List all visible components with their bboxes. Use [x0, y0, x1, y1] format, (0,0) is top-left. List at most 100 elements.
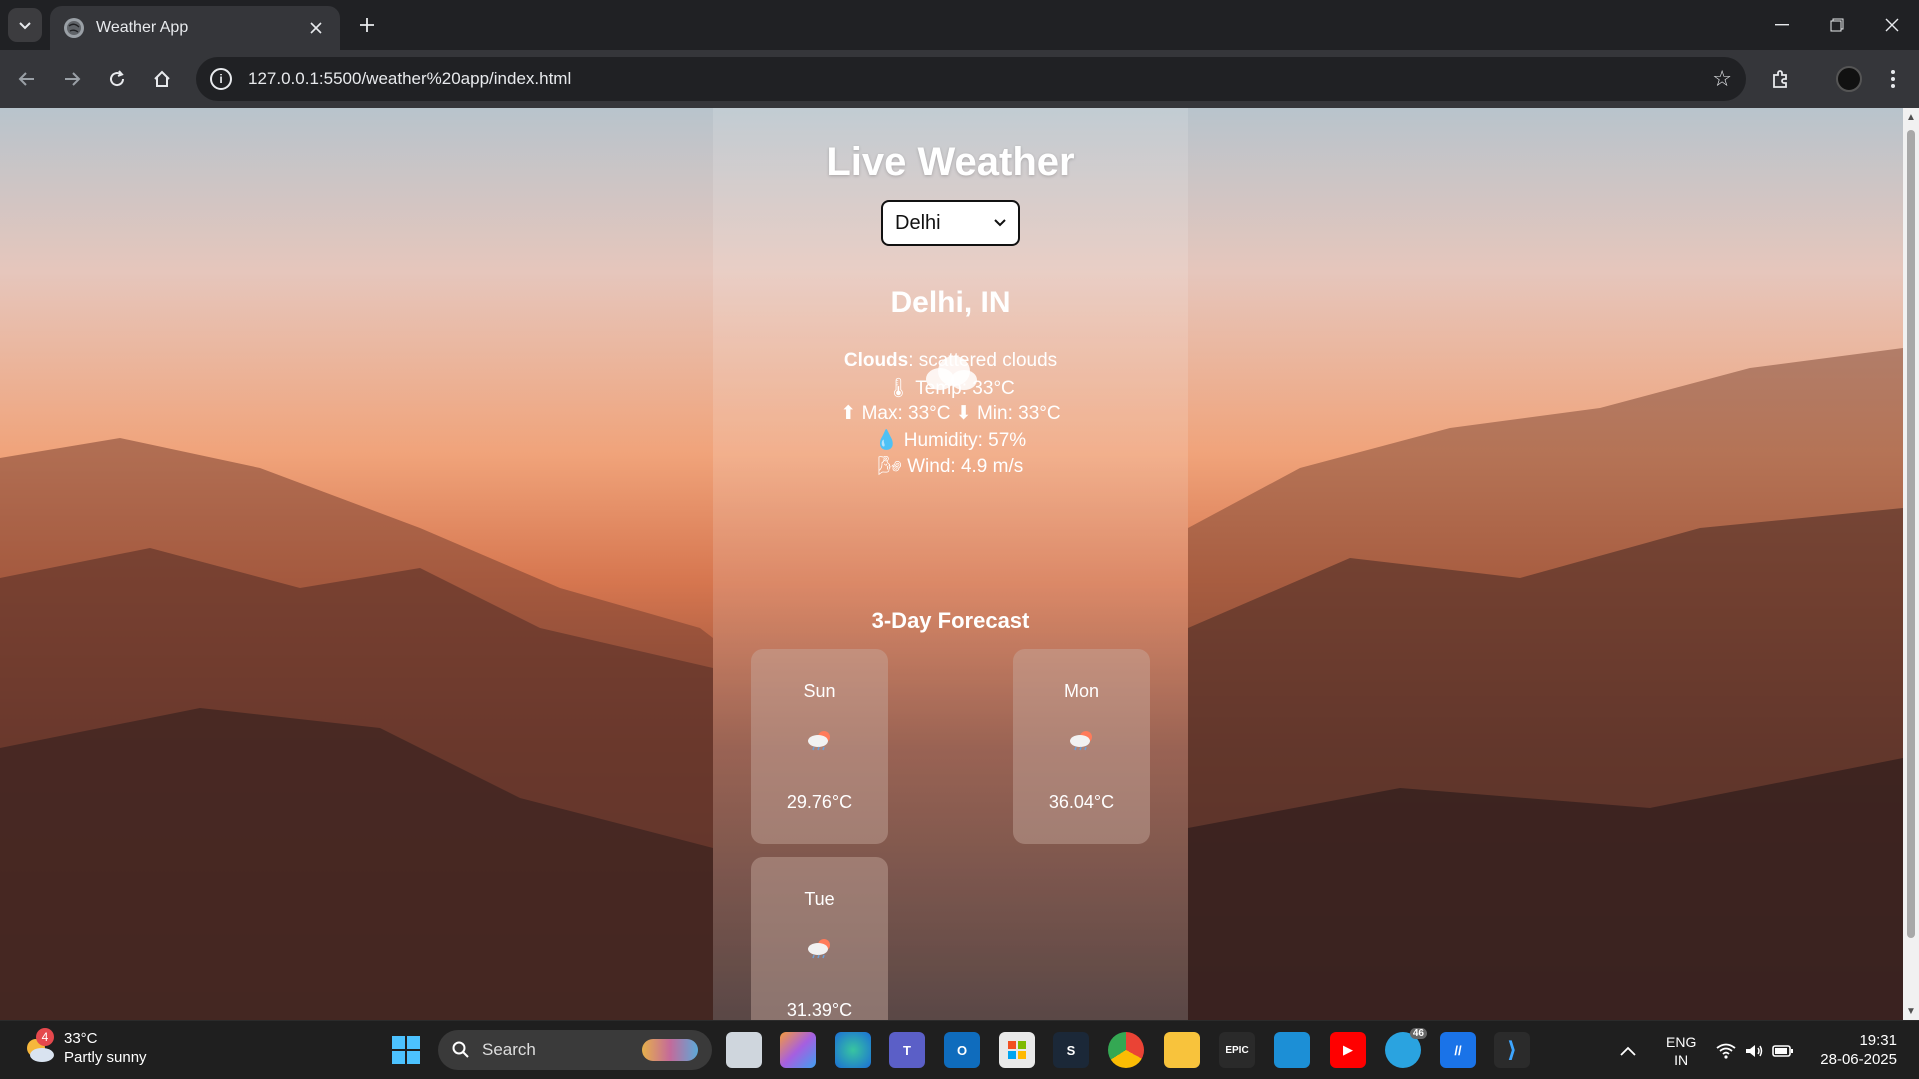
city-select[interactable]: Delhi	[881, 200, 1020, 246]
browser-toolbar: i 127.0.0.1:5500/weather%20app/index.htm…	[0, 50, 1919, 108]
vscode-icon[interactable]: ⟩	[1494, 1032, 1530, 1068]
search-icon	[452, 1041, 469, 1058]
condition-line: Clouds: scattered clouds	[713, 350, 1188, 372]
home-icon	[154, 70, 170, 87]
store-icon[interactable]	[999, 1032, 1035, 1068]
home-button[interactable]	[145, 62, 179, 96]
battery-icon	[1772, 1044, 1793, 1057]
globe-icon	[64, 18, 84, 38]
scroll-up-icon[interactable]: ▲	[1903, 110, 1919, 124]
address-bar[interactable]: i 127.0.0.1:5500/weather%20app/index.htm…	[196, 57, 1746, 101]
tab-title: Weather App	[96, 19, 189, 36]
show-hidden-icons[interactable]	[1620, 1021, 1636, 1079]
forecast-card-mon: Mon 36.04°C	[1013, 649, 1150, 844]
monitor-icon[interactable]	[1274, 1032, 1310, 1068]
start-button[interactable]	[388, 1032, 424, 1068]
app-icon[interactable]: //	[1440, 1032, 1476, 1068]
copilot-icon[interactable]	[780, 1032, 816, 1068]
file-explorer-icon[interactable]	[1164, 1032, 1200, 1068]
telegram-badge: 46	[1409, 1028, 1427, 1039]
tab-strip: Weather App	[0, 0, 1919, 50]
speaker-icon	[1746, 1044, 1763, 1057]
steam-icon[interactable]: S	[1053, 1032, 1089, 1068]
weather-widget[interactable]: 4 33°C Partly sunny	[22, 1028, 147, 1067]
restore-button[interactable]	[1809, 0, 1864, 50]
close-tab-icon[interactable]	[306, 18, 326, 38]
reload-icon	[110, 70, 125, 87]
humidity-line: 💧 Humidity: 57%	[874, 430, 1027, 451]
language-indicator[interactable]: ENG IN	[1666, 1021, 1696, 1079]
windows-logo-icon	[392, 1036, 420, 1064]
tab-search-button[interactable]	[8, 8, 42, 42]
chevron-up-icon	[1620, 1046, 1636, 1056]
partly-sunny-icon: 4	[22, 1028, 58, 1066]
max-min-line: ⬆ Max: 33°C ⬇ Min: 33°C	[840, 403, 1061, 424]
clock-time: 19:31	[1859, 1032, 1897, 1049]
search-highlight-icon	[642, 1039, 698, 1061]
menu-button[interactable]	[1876, 62, 1910, 96]
outlook-icon[interactable]: O	[944, 1032, 980, 1068]
back-button[interactable]	[10, 62, 44, 96]
info-icon[interactable]: i	[210, 68, 232, 90]
weather-widget-desc: Partly sunny	[64, 1049, 147, 1066]
clock[interactable]: 19:31 28-06-2025	[1820, 1031, 1897, 1069]
temperature-line: 🌡 Temp: 33°C	[886, 378, 1015, 399]
scroll-down-icon[interactable]: ▼	[1903, 1004, 1919, 1018]
minimize-button[interactable]	[1754, 0, 1809, 50]
city-select-value: Delhi	[895, 211, 941, 234]
forecast-day: Tue	[804, 889, 835, 909]
language-bottom: IN	[1674, 1051, 1689, 1068]
kebab-menu-icon	[1891, 70, 1895, 88]
clock-date: 28-06-2025	[1820, 1051, 1897, 1068]
avatar	[1836, 66, 1862, 92]
location-heading: Delhi, IN	[890, 286, 1011, 319]
forecast-day: Mon	[1063, 681, 1099, 701]
rain-cloud-icon	[1070, 731, 1092, 751]
edge-icon[interactable]	[835, 1032, 871, 1068]
language-top: ENG	[1666, 1033, 1697, 1050]
plus-icon	[360, 18, 374, 32]
wifi-icon	[1716, 1043, 1736, 1059]
arrow-right-icon	[65, 72, 81, 86]
new-tab-button[interactable]	[352, 10, 382, 40]
condition-main: Clouds	[843, 350, 909, 371]
puzzle-icon	[1773, 70, 1787, 88]
bookmark-star-icon[interactable]: ☆	[1712, 66, 1732, 92]
telegram-icon[interactable]: 46	[1385, 1028, 1427, 1068]
extensions-button[interactable]	[1764, 62, 1798, 96]
wind-line: 🌬 Wind: 4.9 m/s	[877, 456, 1024, 477]
weather-badge: 4	[36, 1028, 54, 1046]
task-view-icon[interactable]	[726, 1032, 762, 1068]
reload-button[interactable]	[100, 62, 134, 96]
browser-tab[interactable]: Weather App	[50, 6, 340, 50]
youtube-icon[interactable]: ▶	[1330, 1032, 1366, 1068]
rain-cloud-icon	[808, 939, 830, 959]
condition-description: : scattered clouds	[908, 350, 1058, 371]
system-tray-icons[interactable]	[1716, 1021, 1794, 1079]
search-label: Search	[482, 1040, 536, 1059]
scrollbar-thumb[interactable]	[1907, 130, 1915, 938]
page-scrollbar[interactable]: ▲ ▼	[1903, 108, 1919, 1020]
taskbar-search[interactable]: Search	[438, 1030, 712, 1070]
app-title: Live Weather	[826, 140, 1075, 184]
forecast-title: 3-Day Forecast	[871, 608, 1030, 633]
forecast-temp: 31.39°C	[786, 1000, 853, 1020]
profile-button[interactable]	[1832, 62, 1866, 96]
weather-card: Live Weather Delhi Delhi, IN Clouds: sca…	[713, 108, 1188, 1052]
chevron-down-icon	[994, 219, 1006, 227]
weather-widget-temp: 33°C	[64, 1030, 98, 1047]
close-window-button[interactable]	[1864, 0, 1919, 50]
epic-games-icon[interactable]: EPIC	[1219, 1032, 1255, 1068]
windows-taskbar: 4 33°C Partly sunny Search T O S EPIC ▶ …	[0, 1020, 1919, 1079]
chrome-icon[interactable]	[1108, 1032, 1144, 1068]
forecast-temp: 36.04°C	[1048, 792, 1115, 812]
forward-button[interactable]	[55, 62, 89, 96]
chevron-down-icon	[19, 22, 31, 30]
url-text[interactable]: 127.0.0.1:5500/weather%20app/index.html	[248, 69, 1712, 89]
rain-cloud-icon	[808, 731, 830, 751]
teams-icon[interactable]: T	[889, 1032, 925, 1068]
forecast-day: Sun	[803, 681, 836, 701]
forecast-card-sun: Sun 29.76°C	[751, 649, 888, 844]
arrow-left-icon	[18, 72, 34, 86]
forecast-temp: 29.76°C	[786, 792, 853, 812]
